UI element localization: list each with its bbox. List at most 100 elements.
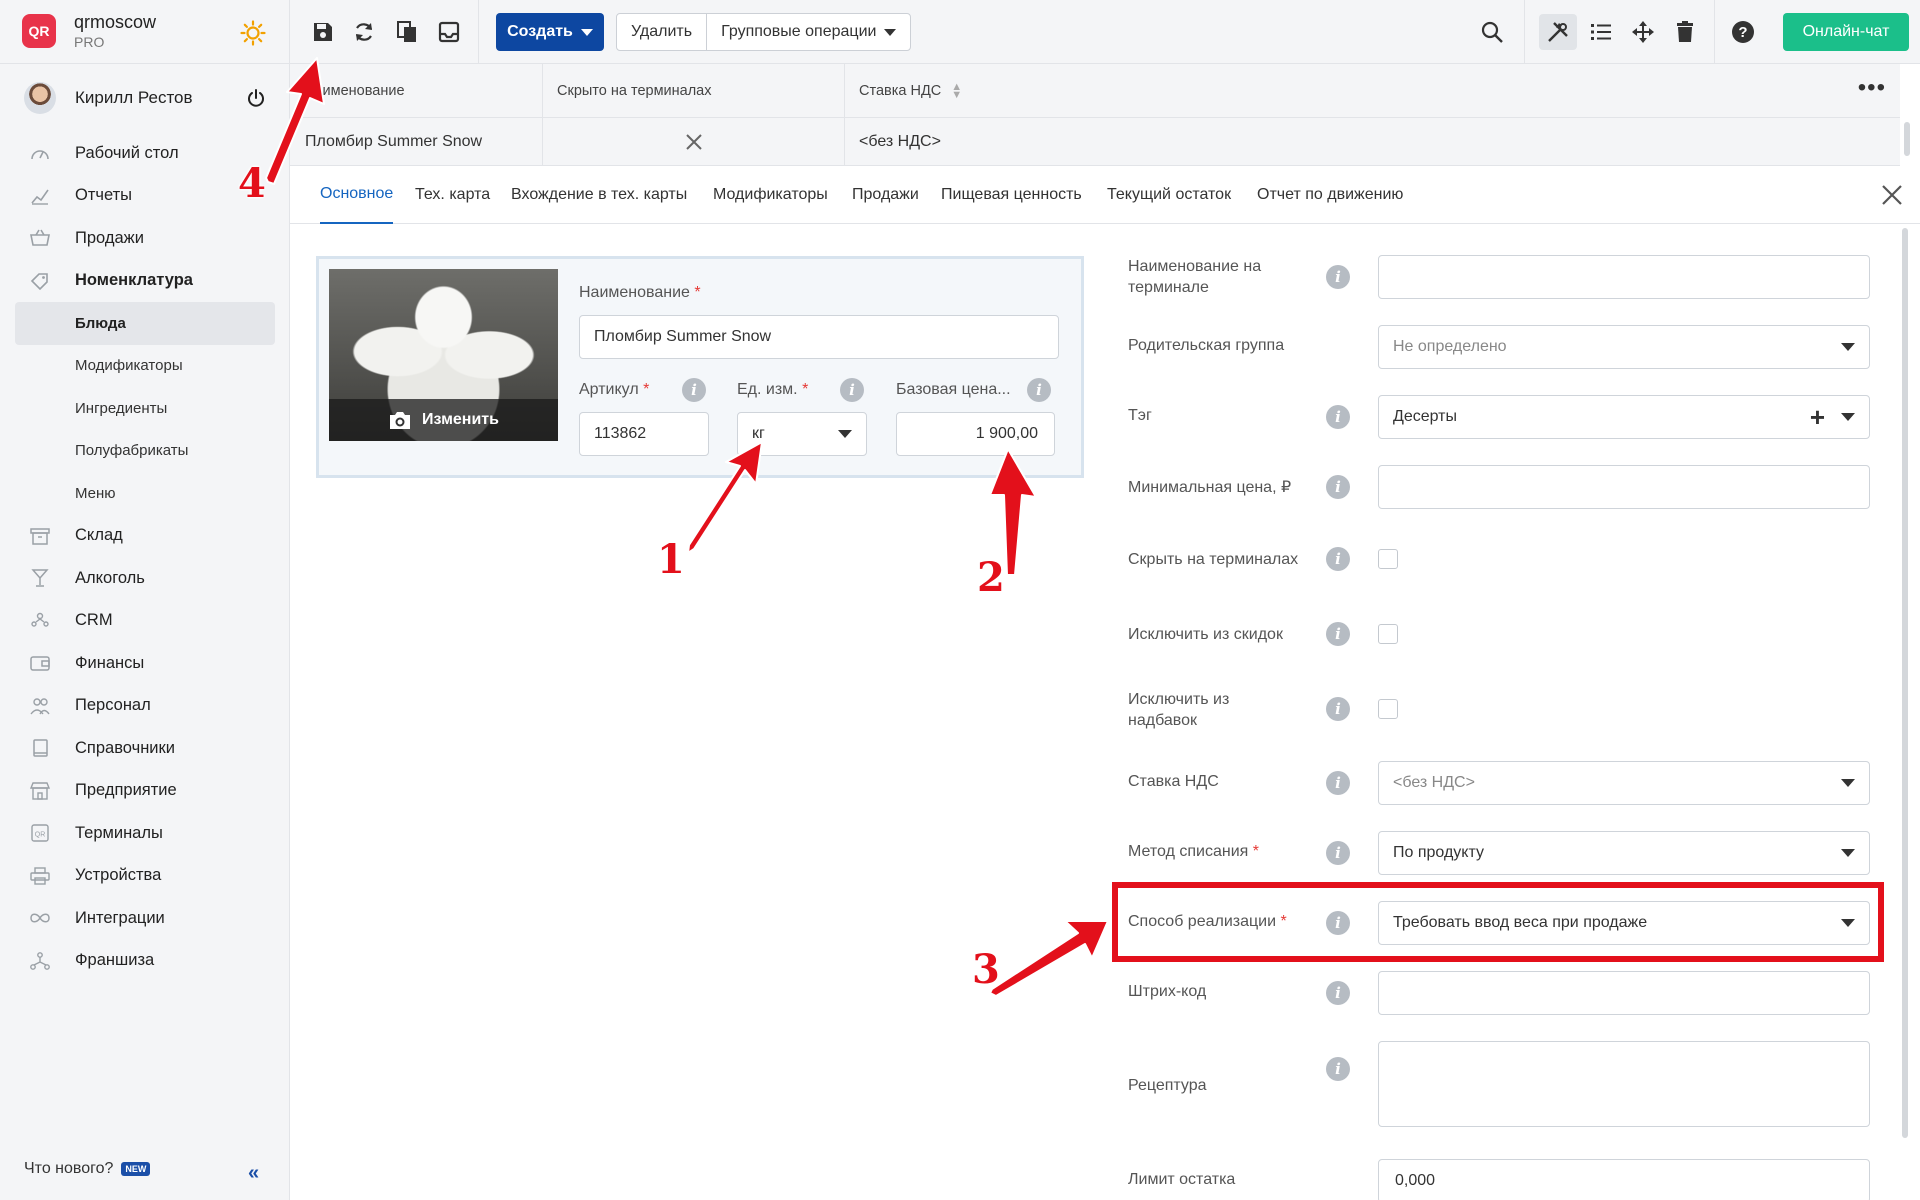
close-icon[interactable] [1881,184,1903,206]
sidebar-item-alcohol[interactable]: Алкоголь [0,557,290,600]
info-icon[interactable]: i [1326,771,1350,795]
sidebar-subitem-dishes[interactable]: Блюда [15,302,275,345]
whats-new-link[interactable]: Что нового? NEW [24,1160,151,1178]
brand-logo[interactable]: QR [22,14,56,48]
trash-icon[interactable] [1673,20,1697,44]
info-icon[interactable]: i [1326,622,1350,646]
column-header-vat[interactable]: Ставка НДС ▲ ▼ [845,64,1900,117]
user-profile[interactable]: Кирилл Рестов [0,76,290,120]
svg-text:?: ? [1738,24,1747,41]
info-icon[interactable]: i [682,378,706,402]
info-icon[interactable]: i [1326,405,1350,429]
more-options-icon[interactable]: ••• [1858,76,1886,100]
collapse-sidebar-icon[interactable]: « [248,1162,259,1185]
brand-plan: PRO [74,34,105,50]
sidebar-item-staff[interactable]: Персонал [0,685,290,728]
scrollbar-thumb[interactable] [1902,228,1908,1138]
recipe-textarea[interactable] [1378,1041,1870,1127]
delete-button[interactable]: Удалить [617,14,706,50]
search-icon[interactable] [1480,20,1504,44]
terminal-name-input[interactable] [1378,255,1870,299]
plus-icon[interactable]: + [1810,404,1825,430]
sidebar-item-devices[interactable]: Устройства [0,855,290,898]
sort-icon[interactable]: ▲ ▼ [951,81,962,100]
required-mark: * [802,381,809,398]
tab-tech-card[interactable]: Тех. карта [415,166,490,224]
info-icon[interactable]: i [1326,841,1350,865]
tab-nutrition[interactable]: Пищевая ценность [941,166,1082,224]
tag-select[interactable]: Десерты + [1378,395,1870,439]
writeoff-method-select[interactable]: По продукту [1378,831,1870,875]
parent-group-select[interactable]: Не определено [1378,325,1870,369]
vat-select[interactable]: <без НДС> [1378,761,1870,805]
base-price-input[interactable]: 1 900,00 [896,412,1055,456]
exclude-discounts-checkbox[interactable] [1378,624,1398,644]
online-chat-label: Онлайн-чат [1802,23,1890,40]
tools-icon[interactable] [1546,20,1570,44]
sidebar-subitem-semifinished[interactable]: Полуфабрикаты [15,430,275,473]
actions-group: Удалить Групповые операции [616,13,912,51]
sidebar-subitem-ingredients[interactable]: Ингредиенты [15,387,275,430]
tab-label: Основное [320,185,394,202]
cell-name: Пломбир Summer Snow [290,118,543,165]
help-icon[interactable]: ? [1731,20,1755,44]
stock-limit-input[interactable]: 0,000 [1378,1159,1870,1200]
sidebar-item-terminals[interactable]: QR Терминалы [0,812,290,855]
create-button[interactable]: Создать [496,13,604,51]
name-input[interactable]: Пломбир Summer Snow [579,315,1059,359]
info-icon[interactable]: i [1027,378,1051,402]
online-chat-button[interactable]: Онлайн-чат [1783,13,1909,51]
table-row[interactable]: Пломбир Summer Snow <без НДС> [290,118,1900,166]
save-icon[interactable] [311,20,335,44]
tab-tech-card-usage[interactable]: Вхождение в тех. карты [511,166,687,224]
tab-current-stock[interactable]: Текущий остаток [1107,166,1231,224]
sidebar-item-integrations[interactable]: Интеграции [0,897,290,940]
sidebar-item-crm[interactable]: CRM [0,600,290,643]
move-icon[interactable] [1631,20,1655,44]
change-photo-button[interactable]: Изменить [329,399,558,441]
tab-sales[interactable]: Продажи [852,166,919,224]
column-header-hidden[interactable]: Скрыто на терминалах [543,64,845,117]
column-label: Скрыто на терминалах [557,82,712,99]
sidebar-subitem-menu[interactable]: Меню [15,472,275,515]
inbox-icon[interactable] [437,20,461,44]
min-price-input[interactable] [1378,465,1870,509]
tab-movement-report[interactable]: Отчет по движению [1257,166,1403,224]
tab-label: Текущий остаток [1107,186,1232,203]
sidebar-item-enterprise[interactable]: Предприятие [0,770,290,813]
sidebar-item-references[interactable]: Справочники [0,727,290,770]
sidebar-item-label: CRM [75,611,113,630]
sidebar-item-warehouse[interactable]: Склад [0,515,290,558]
barcode-input[interactable] [1378,971,1870,1015]
refresh-icon[interactable] [352,20,376,44]
info-icon[interactable]: i [1326,697,1350,721]
sun-icon[interactable] [240,20,266,46]
sidebar-item-franchise[interactable]: Франшиза [0,940,290,983]
brand-name: qrmoscow [74,12,157,32]
info-icon[interactable]: i [840,378,864,402]
list-icon[interactable] [1589,20,1613,44]
sku-input[interactable]: 113862 [579,412,709,456]
info-icon[interactable]: i [1326,981,1350,1005]
tab-modifiers[interactable]: Модификаторы [713,166,828,224]
copy-icon[interactable] [395,20,419,44]
unit-select[interactable]: кг [737,412,867,456]
column-header-name[interactable]: Наименование [290,64,543,117]
wallet-icon [30,656,50,671]
exclude-markups-checkbox[interactable] [1378,699,1398,719]
sidebar-item-nomenclature[interactable]: Номенклатура [0,260,290,303]
grid-scrollbar[interactable] [1904,122,1910,156]
group-operations-dropdown[interactable]: Групповые операции [706,14,910,50]
power-icon[interactable] [246,88,266,108]
tab-main[interactable]: Основное [320,166,394,224]
sidebar-item-finance[interactable]: Финансы [0,642,290,685]
info-icon[interactable]: i [1326,475,1350,499]
sidebar-item-sales[interactable]: Продажи [0,217,290,260]
sidebar-item-label: Склад [75,526,123,545]
info-icon[interactable]: i [1326,547,1350,571]
info-icon[interactable]: i [1326,1057,1350,1081]
sidebar-subitem-modifiers[interactable]: Модификаторы [15,345,275,388]
info-icon[interactable]: i [1326,265,1350,289]
hide-terminals-checkbox[interactable] [1378,549,1398,569]
form-scrollbar[interactable] [1900,228,1910,1200]
